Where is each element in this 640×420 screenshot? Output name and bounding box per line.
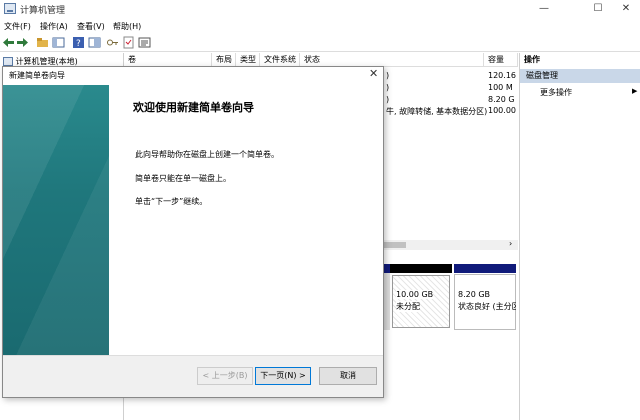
wizard-close-icon[interactable]: ✕ — [369, 67, 378, 80]
properties-icon[interactable] — [88, 36, 101, 49]
primary-partition[interactable]: 8.20 GB 状态良好 (主分区 — [454, 264, 516, 330]
wizard-banner-image — [3, 85, 109, 355]
back-arrow-icon[interactable] — [2, 36, 15, 49]
menu-action[interactable]: 操作(A) — [40, 21, 68, 32]
tree-root-label: 计算机管理(本地) — [15, 57, 78, 66]
table-row-capacity: 100 M — [488, 83, 513, 92]
forward-arrow-icon[interactable] — [16, 36, 29, 49]
volume-table-header: 卷 布局 类型 文件系统 状态 容量 — [124, 53, 518, 67]
table-row-capacity: 8.20 G — [488, 95, 515, 104]
table-row-status: 牛, 故障转储, 基本数据分区) — [386, 107, 488, 116]
wizard-paragraph: 此向导帮助你在磁盘上创建一个简单卷。 — [135, 150, 279, 159]
horizontal-scrollbar[interactable]: › — [384, 239, 518, 250]
table-row-capacity: 120.16 — [488, 71, 516, 80]
col-layout[interactable]: 布局 — [212, 53, 236, 67]
actions-section-disk-management[interactable]: 磁盘管理 — [520, 69, 640, 83]
wizard-paragraph: 简单卷只能在单一磁盘上。 — [135, 174, 231, 183]
table-row-status: ) — [386, 71, 390, 80]
partition-header — [390, 264, 452, 273]
wizard-paragraph: 单击“下一步”继续。 — [135, 197, 208, 206]
svg-text:?: ? — [76, 39, 81, 49]
cancel-button[interactable]: 取消 — [319, 367, 377, 385]
wizard-title: 新建简单卷向导 — [9, 71, 65, 80]
submenu-arrow-icon: ▶ — [632, 87, 638, 95]
actions-pane: 操作 磁盘管理 更多操作 ▶ — [519, 53, 640, 420]
unallocated-partition[interactable]: 10.00 GB 未分配 — [390, 264, 452, 330]
toolbar: ? — [0, 34, 640, 52]
col-capacity[interactable]: 容量 — [484, 53, 518, 67]
wizard-heading: 欢迎使用新建简单卷向导 — [133, 101, 254, 114]
partition-size: 10.00 GB — [396, 290, 434, 299]
table-row-capacity: 100.00 — [488, 106, 516, 115]
view-icon[interactable] — [138, 36, 151, 49]
menu-view[interactable]: 查看(V) — [77, 21, 105, 32]
menu-bar: 文件(F) 操作(A) 查看(V) 帮助(H) — [0, 18, 640, 34]
menu-help[interactable]: 帮助(H) — [113, 21, 141, 32]
title-bar: 计算机管理 — ☐ ✕ — [0, 0, 640, 18]
folder-up-icon[interactable] — [36, 36, 49, 49]
console-tree-icon[interactable] — [52, 36, 65, 49]
col-status[interactable]: 状态 — [300, 53, 484, 67]
help-icon[interactable]: ? — [72, 36, 85, 49]
checklist-icon[interactable] — [122, 36, 135, 49]
more-actions[interactable]: 更多操作 — [540, 87, 572, 98]
scrollbar-thumb[interactable] — [384, 242, 406, 248]
partition-size: 8.20 GB — [458, 290, 491, 299]
actions-header: 操作 — [524, 55, 540, 64]
window-title: 计算机管理 — [20, 6, 66, 16]
partition-status: 状态良好 (主分区 — [458, 302, 516, 311]
key-icon[interactable] — [106, 36, 119, 49]
scroll-right-icon[interactable]: › — [509, 239, 512, 248]
next-button[interactable]: 下一页(N) > — [255, 367, 311, 385]
minimize-button[interactable]: — — [528, 0, 560, 18]
menu-file[interactable]: 文件(F) — [4, 21, 31, 32]
col-volume[interactable]: 卷 — [124, 53, 212, 67]
back-button[interactable]: < 上一步(B) — [197, 367, 253, 385]
computer-icon — [3, 57, 13, 66]
col-filesystem[interactable]: 文件系统 — [260, 53, 300, 67]
col-type[interactable]: 类型 — [236, 53, 260, 67]
partition-header — [454, 264, 516, 273]
close-button[interactable]: ✕ — [610, 0, 640, 18]
partition-status: 未分配 — [396, 301, 420, 312]
table-row-status: ) — [386, 83, 390, 92]
table-row-status: ) — [386, 95, 390, 104]
computer-management-icon — [4, 3, 16, 14]
new-simple-volume-wizard: 新建简单卷向导 ✕ 欢迎使用新建简单卷向导 此向导帮助你在磁盘上创建一个简单卷。… — [2, 66, 384, 398]
